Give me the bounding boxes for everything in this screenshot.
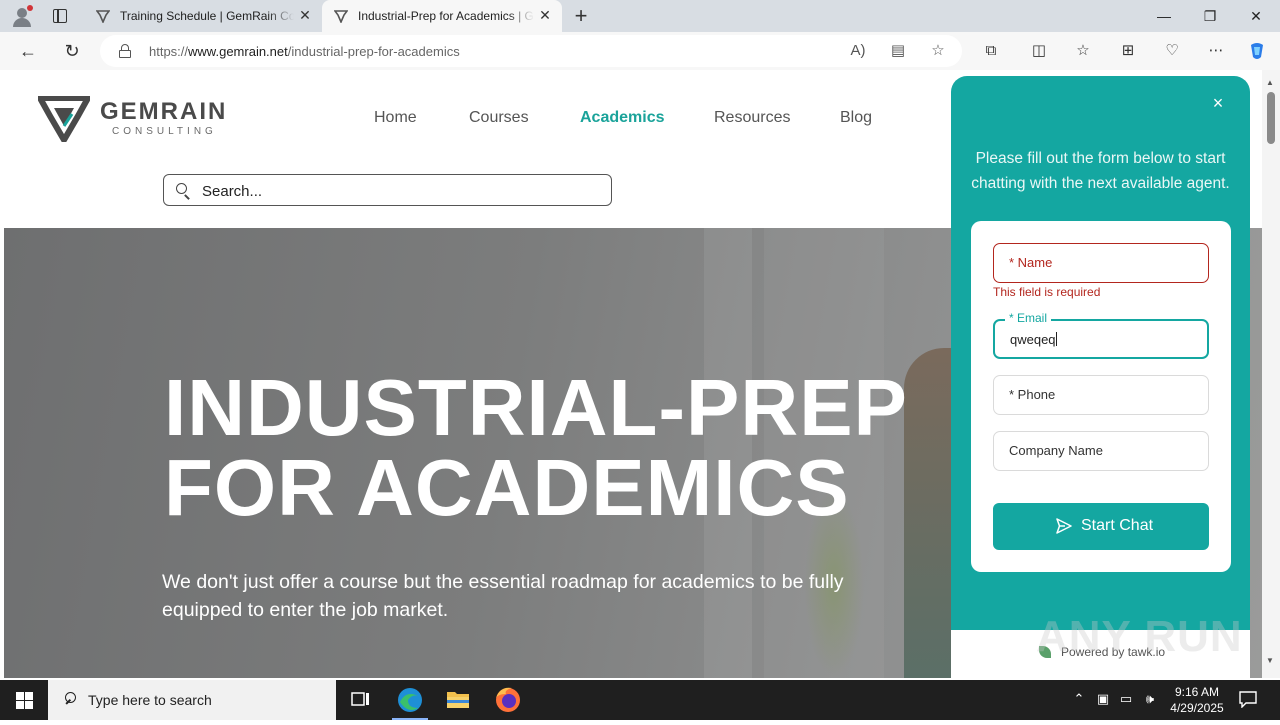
- scroll-down-icon[interactable]: ▼: [1266, 656, 1274, 665]
- favorites-icon[interactable]: ☆: [1073, 41, 1093, 61]
- lock-icon[interactable]: [119, 44, 131, 58]
- gemrain-logo-icon: [38, 96, 90, 142]
- profile-icon[interactable]: [10, 5, 34, 27]
- back-icon[interactable]: ←: [16, 39, 40, 63]
- favorite-star-icon[interactable]: ☆: [928, 41, 948, 61]
- site-logo[interactable]: GEMRAIN CONSULTING: [38, 96, 228, 142]
- refresh-icon[interactable]: ↻: [60, 39, 84, 63]
- company-name-field[interactable]: Company Name: [993, 431, 1209, 471]
- logo-sub-text: CONSULTING: [112, 126, 217, 137]
- name-field[interactable]: * Name: [993, 243, 1209, 283]
- read-aloud-icon[interactable]: A): [848, 41, 868, 61]
- close-tab-icon[interactable]: ✕: [538, 8, 552, 22]
- logo-brand-text: GEMRAIN: [100, 98, 228, 125]
- tab-industrial-prep[interactable]: Industrial-Prep for Academics | G ✕: [322, 0, 562, 32]
- close-tab-icon[interactable]: ✕: [298, 8, 312, 22]
- hero-title: INDUSTRIAL-PREP FOR ACADEMICS: [164, 363, 908, 532]
- taskbar-search-placeholder: Type here to search: [88, 692, 212, 708]
- extensions-icon[interactable]: ⧉: [981, 41, 1001, 61]
- company-placeholder: Company Name: [1009, 443, 1103, 458]
- new-tab-icon[interactable]: +: [570, 5, 592, 27]
- email-label: * Email: [1005, 311, 1052, 325]
- close-window-icon[interactable]: ✕: [1233, 0, 1279, 32]
- volume-icon[interactable]: 🕪: [1141, 690, 1159, 708]
- email-field[interactable]: * Email qweqeq: [993, 311, 1209, 359]
- file-explorer-icon[interactable]: [434, 680, 482, 720]
- gemrain-favicon-icon: [334, 10, 348, 23]
- browser-essentials-icon[interactable]: ♡: [1162, 41, 1182, 61]
- page-scrollbar[interactable]: ▲ ▼: [1262, 70, 1280, 678]
- windows-taskbar: Type here to search ⌃ ▣ ▭ 🕪 9:16 AM 4/29…: [0, 680, 1280, 720]
- notification-icon[interactable]: [1238, 690, 1258, 708]
- start-chat-button[interactable]: Start Chat: [993, 503, 1209, 550]
- url-text[interactable]: https://www.gemrain.net/industrial-prep-…: [149, 44, 460, 59]
- hero-description: We don't just offer a course but the ess…: [162, 571, 844, 621]
- chat-intro-text: Please fill out the form below to start …: [971, 150, 1230, 192]
- scroll-up-icon[interactable]: ▲: [1266, 78, 1274, 87]
- network-icon[interactable]: ▭: [1117, 690, 1135, 708]
- edge-taskbar-icon[interactable]: [386, 680, 434, 720]
- tab-strip: Training Schedule | GemRain Con ✕ Indust…: [0, 0, 1280, 32]
- collections-icon[interactable]: ⊞: [1118, 41, 1138, 61]
- tab-title: Training Schedule | GemRain Con: [120, 9, 294, 23]
- minimize-icon[interactable]: —: [1141, 0, 1187, 32]
- restore-icon[interactable]: ❐: [1187, 0, 1233, 32]
- send-icon: [1056, 518, 1072, 534]
- phone-placeholder: * Phone: [1009, 387, 1056, 402]
- taskbar-search[interactable]: Type here to search: [48, 680, 336, 720]
- windows-start-icon[interactable]: [0, 680, 48, 720]
- chat-widget: × Please fill out the form below to star…: [951, 76, 1250, 678]
- device-icon[interactable]: ▣: [1094, 690, 1112, 708]
- tab-title: Industrial-Prep for Academics | G: [358, 9, 534, 23]
- email-value: qweqeq: [1010, 332, 1056, 347]
- system-clock[interactable]: 9:16 AM 4/29/2025: [1162, 684, 1232, 716]
- settings-more-icon[interactable]: ⋯: [1206, 41, 1226, 61]
- gemrain-favicon-icon: [96, 10, 110, 23]
- copilot-icon[interactable]: [1247, 41, 1267, 61]
- nav-resources[interactable]: Resources: [714, 109, 790, 127]
- clock-time: 9:16 AM: [1174, 685, 1220, 699]
- show-hidden-icons-icon[interactable]: ⌃: [1070, 690, 1088, 708]
- nav-academics[interactable]: Academics: [580, 109, 665, 127]
- site-search: [163, 174, 612, 206]
- watermark: ANY RUN: [1036, 612, 1243, 661]
- search-icon: [176, 183, 192, 200]
- task-view-icon[interactable]: [336, 680, 384, 720]
- clock-date: 4/29/2025: [1170, 701, 1224, 715]
- name-error-message: This field is required: [993, 285, 1101, 299]
- search-icon: [62, 692, 78, 708]
- search-input[interactable]: [202, 180, 602, 202]
- tab-training-schedule[interactable]: Training Schedule | GemRain Con ✕: [84, 0, 322, 32]
- split-screen-icon[interactable]: ◫: [1029, 41, 1049, 61]
- text-caret: [1055, 332, 1057, 346]
- firefox-icon[interactable]: [484, 680, 532, 720]
- nav-courses[interactable]: Courses: [469, 109, 529, 127]
- browser-toolbar: ← ↻ https://www.gemrain.net/industrial-p…: [0, 32, 1280, 70]
- scroll-thumb[interactable]: [1267, 92, 1275, 144]
- immersive-reader-icon[interactable]: ▤: [888, 41, 908, 61]
- close-icon[interactable]: ×: [1209, 94, 1227, 112]
- nav-blog[interactable]: Blog: [840, 109, 872, 127]
- name-placeholder: * Name: [1009, 255, 1053, 270]
- start-chat-label: Start Chat: [1081, 517, 1154, 534]
- phone-field[interactable]: * Phone: [993, 375, 1209, 415]
- address-bar[interactable]: https://www.gemrain.net/industrial-prep-…: [100, 35, 962, 67]
- tab-actions-icon[interactable]: [50, 6, 70, 26]
- nav-home[interactable]: Home: [374, 109, 417, 127]
- prechat-form: * Name This field is required * Email qw…: [971, 221, 1231, 572]
